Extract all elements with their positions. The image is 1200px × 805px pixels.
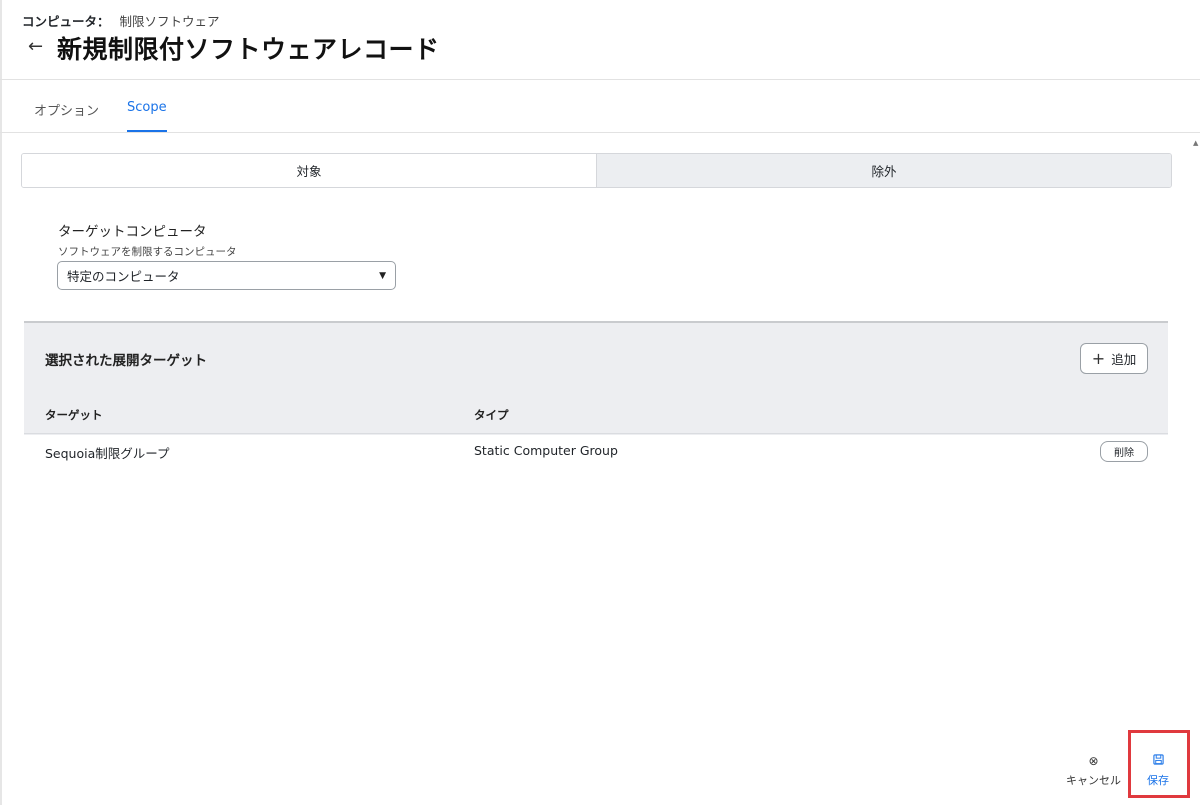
save-highlight-box [1128, 730, 1190, 798]
target-computers-label: ターゲットコンピュータ [58, 224, 207, 240]
column-header-type: タイプ [474, 408, 509, 422]
breadcrumb-parent[interactable]: コンピュータ： [22, 11, 110, 30]
breadcrumb: コンピュータ： 制限ソフトウェア [22, 11, 220, 30]
tabs-divider [0, 132, 1200, 133]
add-target-label: 追加 [1111, 352, 1137, 367]
table-row: Sequoia制限グループ Static Computer Group 削除 [24, 433, 1168, 468]
target-computers-help: ソフトウェアを制限するコンピュータ [58, 246, 237, 258]
cancel-label: キャンセル [1066, 774, 1121, 787]
caret-down-icon: ▼ [379, 270, 386, 281]
header-divider [0, 79, 1200, 80]
plus-icon: + [1091, 348, 1106, 368]
breadcrumb-current: 制限ソフトウェア [119, 14, 220, 29]
page-title: 新規制限付ソフトウェアレコード [57, 35, 440, 64]
scope-toggle-targets[interactable]: 対象 [22, 154, 596, 187]
row-target-name: Sequoia制限グループ [45, 446, 170, 461]
column-header-target: ターゲット [45, 408, 103, 422]
back-arrow-icon[interactable]: ← [28, 37, 43, 57]
tab-options[interactable]: オプション [34, 100, 99, 132]
scope-toggle-exclusions[interactable]: 除外 [596, 154, 1171, 187]
tab-bar: オプション Scope [34, 100, 167, 132]
close-circle-icon: ⊗ [1088, 754, 1099, 768]
page-border [0, 0, 2, 805]
scrollbar-up-arrow-icon[interactable]: ▲ [1193, 139, 1198, 147]
row-target-type: Static Computer Group [474, 443, 618, 458]
target-computers-value: 特定のコンピュータ [67, 269, 180, 284]
delete-target-button[interactable]: 削除 [1100, 441, 1148, 462]
targets-panel: 選択された展開ターゲット + 追加 ターゲット タイプ [24, 321, 1168, 435]
targets-panel-title: 選択された展開ターゲット [45, 353, 207, 369]
target-computers-select[interactable]: 特定のコンピュータ ▼ [57, 261, 396, 290]
scope-toggle: 対象 除外 [21, 153, 1172, 188]
add-target-button[interactable]: + 追加 [1080, 343, 1148, 374]
tab-scope[interactable]: Scope [127, 100, 167, 132]
cancel-button[interactable]: ⊗ キャンセル [1066, 754, 1121, 788]
